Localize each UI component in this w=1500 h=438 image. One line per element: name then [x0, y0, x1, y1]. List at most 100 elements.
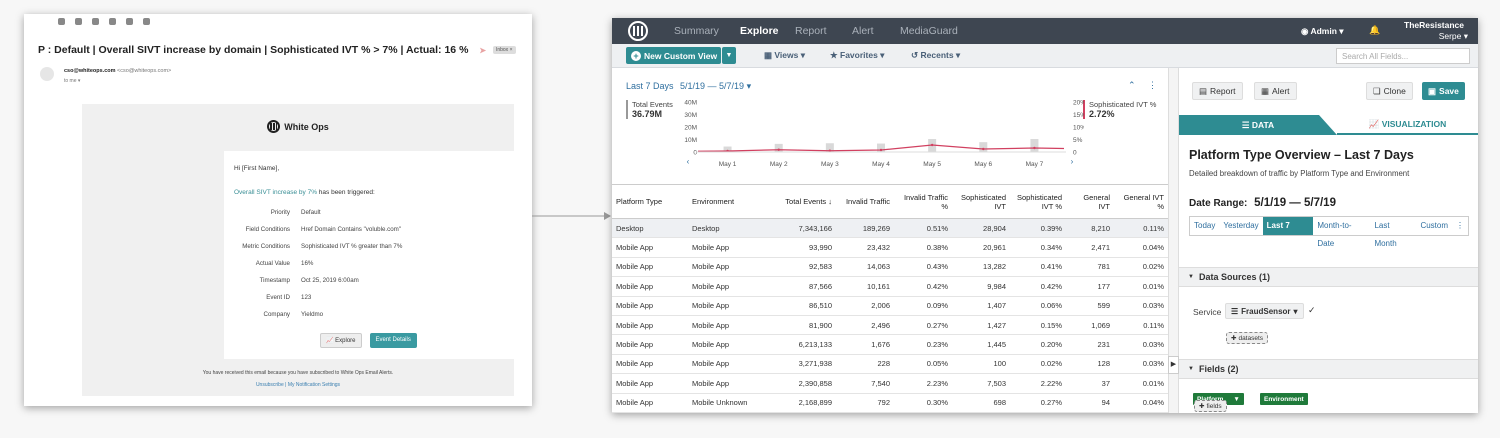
table-row[interactable]: Mobile App Mobile App 81,900 2,496 0.27% 1,42…: [612, 315, 1168, 336]
filter-icon[interactable]: ▼: [1233, 396, 1239, 403]
mail-icon[interactable]: [126, 18, 133, 25]
add-datasets-label: datasets: [1238, 334, 1264, 342]
table-row[interactable]: Mobile App Mobile App 3,271,938 228 0.05% 100…: [612, 354, 1168, 375]
range-option[interactable]: Yesterday: [1219, 217, 1262, 235]
alert-field-value: Href Domain Contains "voluble.com": [301, 226, 401, 233]
spam-icon[interactable]: [92, 18, 99, 25]
new-custom-view-button[interactable]: + New Custom View: [626, 47, 721, 64]
table-row[interactable]: Mobile App Mobile App 86,510 2,006 0.09% 1,40…: [612, 296, 1168, 316]
add-fields-button[interactable]: ✚ fields: [1194, 400, 1227, 412]
table-cell: 9,984: [952, 276, 1010, 297]
org-user-menu[interactable]: Serpe ▾: [1439, 31, 1468, 42]
explore-button[interactable]: 📈 Explore: [320, 333, 362, 348]
search-all-fields-input[interactable]: Search All Fields...: [1336, 48, 1470, 64]
views-label: Views ▾: [774, 50, 805, 60]
alert-field-value: 16%: [301, 260, 314, 267]
collapse-icon[interactable]: ⌃: [1128, 80, 1136, 91]
importance-icon[interactable]: ➤: [479, 46, 486, 55]
table-cell: 0.01%: [1114, 373, 1168, 394]
nav-explore[interactable]: Explore: [740, 25, 779, 37]
table-cell: 231: [1066, 334, 1114, 355]
table-row[interactable]: Mobile App Mobile App 87,566 10,161 0.42% 9,9…: [612, 276, 1168, 297]
column-header[interactable]: General IVT: [1066, 184, 1114, 219]
back-icon[interactable]: [58, 18, 65, 25]
tab-data[interactable]: ☰ DATA: [1179, 115, 1337, 135]
nav-report[interactable]: Report: [795, 25, 827, 37]
table-row[interactable]: Mobile App Mobile Unknown 2,168,899 792 0.30…: [612, 393, 1168, 413]
service-select[interactable]: ☰ FraudSensor ▾: [1225, 303, 1304, 319]
notification-settings-link[interactable]: My Notification Settings: [288, 382, 340, 388]
admin-menu[interactable]: ◉ Admin ▾: [1301, 26, 1344, 37]
range-option[interactable]: Last 7 Days: [1262, 217, 1314, 248]
column-header[interactable]: Platform Type: [612, 184, 688, 219]
range-option[interactable]: Last Month: [1370, 217, 1416, 248]
chevron-down-icon: ▾: [1293, 306, 1298, 316]
database-icon: ☰: [1231, 306, 1239, 316]
table-row[interactable]: Mobile App Mobile App 2,390,858 7,540 2.23% 7…: [612, 373, 1168, 394]
table-cell: 0.30%: [894, 393, 952, 413]
expand-panel-icon[interactable]: ▶: [1168, 356, 1179, 374]
table-row[interactable]: Mobile App Mobile App 93,990 23,432 0.38% 20,…: [612, 237, 1168, 258]
table-cell: Desktop: [688, 218, 774, 239]
table-cell: 698: [952, 393, 1010, 413]
field-chip-environment[interactable]: Environment: [1260, 393, 1308, 405]
more-options-icon[interactable]: ⋮: [1452, 217, 1468, 235]
save-button[interactable]: ▣ Save: [1422, 82, 1465, 100]
column-header[interactable]: General IVT %: [1114, 184, 1168, 219]
range-option[interactable]: Custom: [1416, 217, 1452, 235]
nav-alert[interactable]: Alert: [852, 25, 874, 37]
date-range-dropdown[interactable]: 5/1/19 — 5/7/19 ▾: [680, 81, 751, 92]
column-header[interactable]: Total Events ↓: [774, 184, 836, 219]
email-toolbar: [24, 14, 532, 28]
favorites-menu[interactable]: ★ Favorites ▾: [830, 50, 884, 61]
delete-icon[interactable]: [109, 18, 116, 25]
chart-next-icon[interactable]: ›: [1071, 157, 1074, 166]
more-options-icon[interactable]: ⋮: [1148, 80, 1157, 91]
table-cell: 0.06%: [1010, 296, 1066, 316]
add-datasets-button[interactable]: ✚ datasets: [1226, 332, 1269, 344]
date-range-label[interactable]: Last 7 Days: [626, 81, 674, 91]
data-sources-section[interactable]: ▼ Data Sources (1): [1179, 267, 1478, 287]
report-button[interactable]: ▤ Report: [1192, 82, 1243, 100]
table-cell: 2.22%: [1010, 373, 1066, 394]
x-axis-tick-label: May 4: [872, 161, 890, 168]
recipient-toggle[interactable]: to me ▾: [64, 78, 80, 84]
table-row[interactable]: Mobile App Mobile App 92,583 14,063 0.43% 13,…: [612, 257, 1168, 278]
alert-button[interactable]: ▦ Alert: [1254, 82, 1297, 100]
table-row[interactable]: Desktop Desktop 7,343,166 189,269 0.51% 28,90…: [612, 218, 1168, 239]
nav-summary[interactable]: Summary: [674, 25, 719, 37]
table-cell: 0.11%: [1114, 218, 1168, 239]
alert-field-value: Yieldmo: [301, 311, 324, 318]
range-option[interactable]: Month-to-Date: [1313, 217, 1370, 248]
table-row[interactable]: Mobile App Mobile App 6,213,133 1,676 0.23% 1…: [612, 334, 1168, 355]
alert-link[interactable]: Overall SIVT increase by 7%: [234, 189, 317, 196]
column-header[interactable]: Invalid Traffic %: [894, 184, 952, 219]
nav-mediaguard[interactable]: MediaGuard: [900, 25, 958, 37]
whiteops-logo: White Ops: [82, 120, 514, 133]
column-header[interactable]: Sophisticated IVT: [952, 184, 1010, 219]
column-header[interactable]: Sophisticated IVT %: [1010, 184, 1066, 219]
table-cell: 6,213,133: [774, 334, 836, 355]
tab-visualization[interactable]: 📈 VISUALIZATION: [1337, 115, 1478, 135]
archive-icon[interactable]: [75, 18, 82, 25]
new-view-dropdown-button[interactable]: ▼: [722, 47, 736, 64]
table-cell: 0.20%: [1010, 334, 1066, 355]
column-header[interactable]: Environment: [688, 184, 774, 219]
app-logo-icon[interactable]: [628, 21, 648, 41]
chart-prev-icon[interactable]: ‹: [687, 157, 690, 166]
org-name[interactable]: TheResistance: [1404, 20, 1464, 30]
unsubscribe-link[interactable]: Unsubscribe: [256, 382, 284, 388]
recents-menu[interactable]: ↺ Recents ▾: [911, 50, 960, 61]
inbox-label[interactable]: Inbox ×: [492, 46, 516, 55]
bell-icon[interactable]: 🔔: [1369, 25, 1380, 36]
email-window: P : Default | Overall SIVT increase by d…: [24, 14, 532, 406]
clone-button[interactable]: ❏ Clone: [1366, 82, 1413, 100]
footer-note: You have received this email because you…: [202, 370, 394, 376]
event-details-button[interactable]: Event Details: [369, 333, 417, 348]
views-menu[interactable]: ▦ Views ▾: [764, 50, 805, 61]
clock-icon[interactable]: [143, 18, 150, 25]
column-header[interactable]: Invalid Traffic: [836, 184, 894, 219]
range-option[interactable]: Today: [1190, 217, 1219, 235]
table-cell: Mobile App: [688, 373, 774, 394]
fields-section[interactable]: ▼ Fields (2): [1179, 359, 1478, 379]
